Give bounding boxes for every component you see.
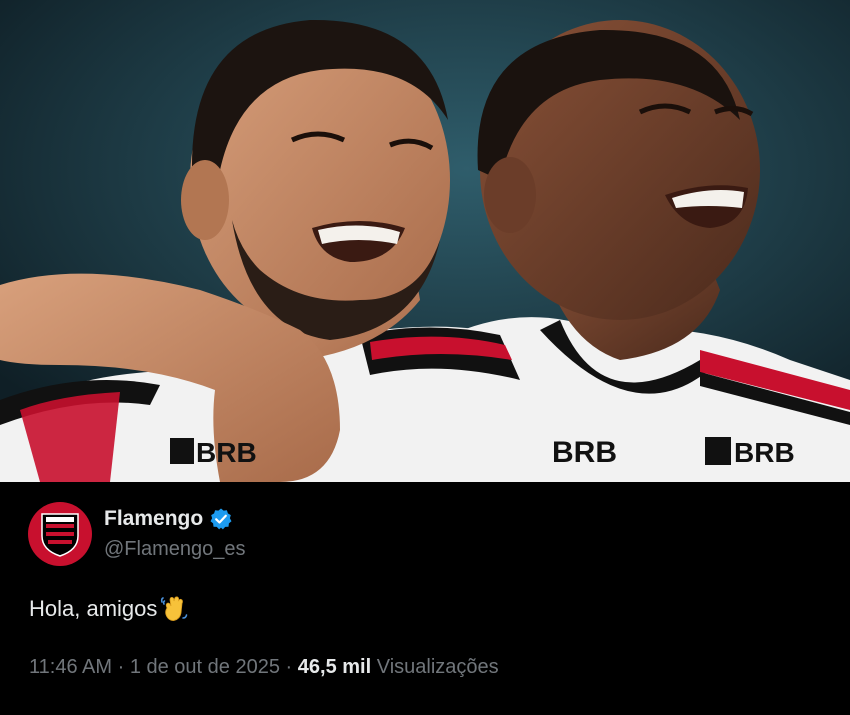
author-handle[interactable]: @Flamengo_es: [104, 538, 245, 561]
tweet-text-content: Hola, amigos: [29, 596, 158, 621]
views-count[interactable]: 46,5 mil: [298, 656, 371, 678]
tweet-date[interactable]: 1 de out de 2025: [130, 656, 280, 678]
verified-badge-icon[interactable]: [209, 507, 233, 531]
sponsor-logo-left: BRB: [170, 437, 257, 468]
sponsor-logo-right: BRB: [705, 437, 795, 468]
author-row: Flamengo: [104, 506, 233, 532]
sponsor-logo-center: BRB: [552, 436, 617, 469]
tweet-text: Hola, amigos: [29, 594, 189, 624]
players-photo-illustration: BRB BRB BRB: [0, 0, 850, 482]
svg-text:BRB: BRB: [552, 436, 617, 469]
tweet-screenshot: BRB BRB BRB Flamengo @Flamengo_es Hola, …: [0, 0, 850, 715]
svg-text:BRB: BRB: [734, 437, 795, 468]
tweet-time[interactable]: 11:46 AM: [29, 656, 112, 678]
meta-separator: ·: [285, 656, 293, 678]
avatar[interactable]: [28, 502, 92, 566]
tweet-metadata: 11:46 AM · 1 de out de 2025 · 46,5 mil V…: [29, 656, 499, 679]
waving-hand-icon: [161, 596, 188, 621]
svg-text:BRB: BRB: [196, 437, 257, 468]
views-label: Visualizações: [376, 656, 499, 678]
tweet-photo[interactable]: BRB BRB BRB: [0, 0, 850, 482]
meta-separator: ·: [117, 656, 125, 678]
flamengo-crest-icon: [41, 513, 79, 557]
display-name[interactable]: Flamengo: [104, 507, 203, 531]
